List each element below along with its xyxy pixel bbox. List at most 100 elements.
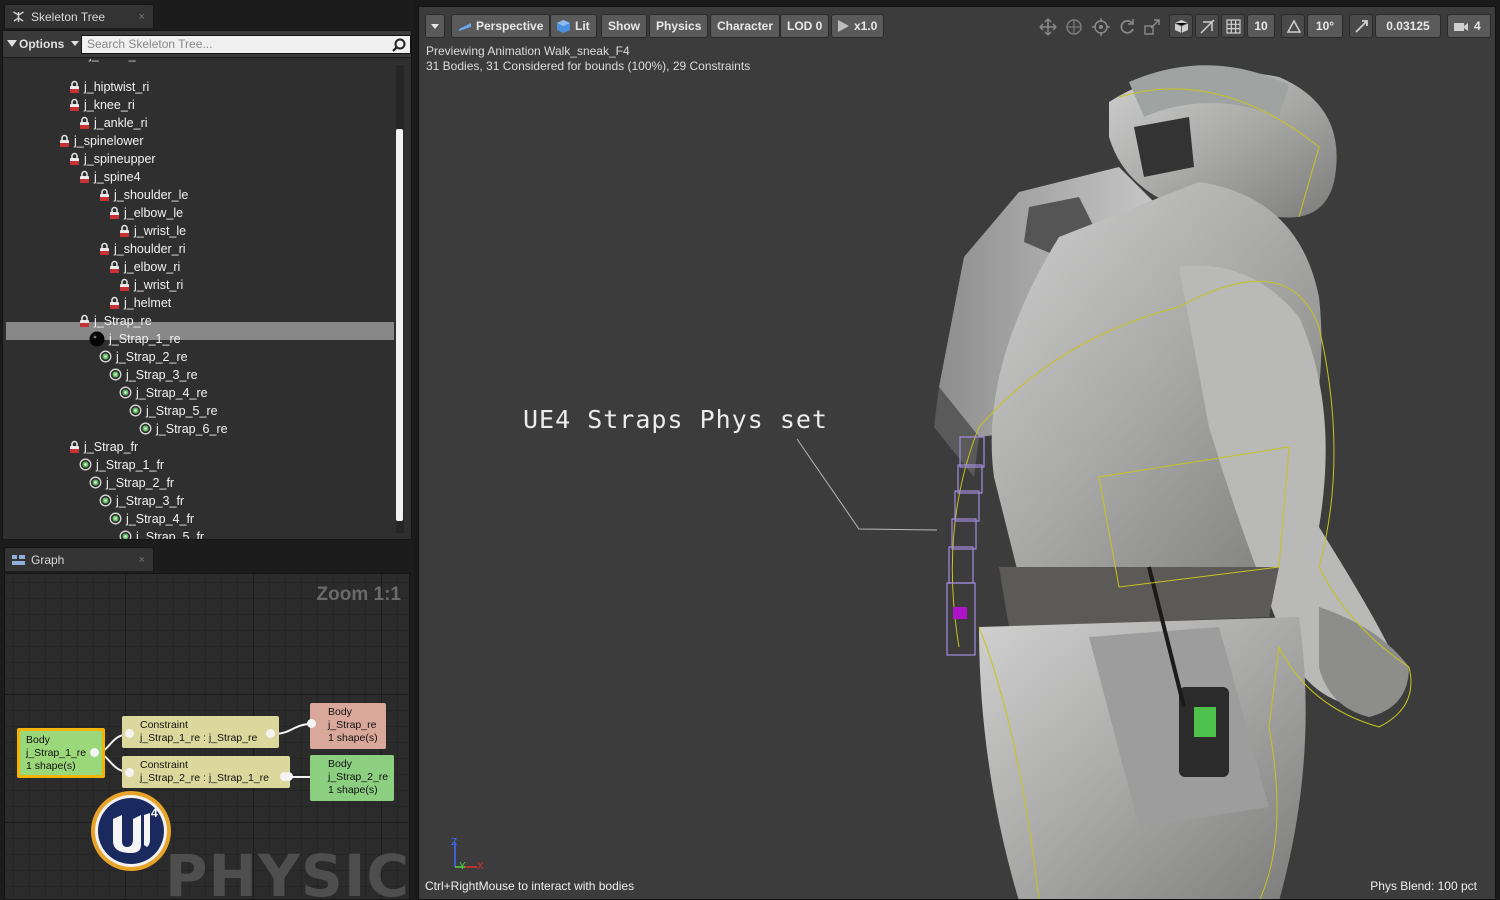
tree-row[interactable]: j_elbow_le: [109, 204, 183, 222]
ue-logo-4: 4: [151, 806, 158, 820]
tree-row[interactable]: j_Strap_1_fr: [79, 456, 164, 474]
options-dropdown[interactable]: Options: [7, 36, 79, 52]
bone-icon: [80, 314, 89, 327]
scale-icon[interactable]: [1143, 18, 1161, 36]
tree-row[interactable]: j_Strap_fr: [69, 438, 138, 456]
physics-button[interactable]: Physics: [649, 14, 709, 38]
skeleton-search-input[interactable]: Search Skeleton Tree...: [81, 35, 411, 54]
phys-blend-status: Phys Blend: 100 pct: [1370, 879, 1477, 893]
node-kind: Body: [328, 706, 352, 718]
tree-row[interactable]: j_Strap_6_re: [139, 420, 228, 438]
svg-text:Z: Z: [451, 837, 457, 848]
tree-row[interactable]: j_Strap_2_re: [99, 348, 188, 366]
show-button[interactable]: Show: [601, 14, 647, 38]
rotate-icon[interactable]: [1118, 18, 1136, 36]
bone-icon: [110, 260, 119, 273]
chevron-down-icon: [431, 24, 439, 29]
skeleton-tree-close-icon[interactable]: ×: [139, 5, 145, 29]
tree-row[interactable]: j_shoulder_ri: [99, 240, 186, 258]
graph-node-body-child[interactable]: Body j_Strap_2_re 1 shape(s): [310, 755, 394, 801]
character-button[interactable]: Character: [710, 14, 781, 38]
body-icon: [109, 512, 122, 525]
node-kind: Constraint: [140, 759, 188, 771]
surface-snap-button[interactable]: [1169, 14, 1193, 38]
body-icon: [99, 494, 112, 507]
tree-row[interactable]: j_spinelower: [59, 132, 143, 150]
tree-row[interactable]: j_elbow_ri: [109, 258, 180, 276]
bone-icon: [110, 206, 119, 219]
node-shapes: 1 shape(s): [328, 784, 378, 796]
tree-row[interactable]: j_Strap_3_fr: [99, 492, 184, 510]
tree-row[interactable]: j_Strap_5_re: [129, 402, 218, 420]
node-input-pin[interactable]: [125, 768, 134, 777]
tree-row[interactable]: j_wrist_ri: [119, 276, 183, 294]
tree-row[interactable]: j_Strap_1_re: [89, 330, 181, 348]
tree-row[interactable]: j_Strap_4_fr: [109, 510, 194, 528]
body-icon: [99, 350, 112, 363]
translate-icon[interactable]: [1039, 18, 1057, 36]
tree-row[interactable]: j_Strap_4_re: [119, 384, 208, 402]
body-icon: [89, 476, 102, 489]
tree-row-partial[interactable]: j_ankle_le: [89, 59, 145, 64]
graph-node-constraint-1[interactable]: Constraint j_Strap_1_re : j_Strap_re: [122, 716, 279, 748]
graph-tab[interactable]: Graph ×: [4, 547, 154, 571]
camera-speed-button[interactable]: 4: [1447, 14, 1491, 38]
node-output-pin[interactable]: [90, 748, 99, 757]
node-input-pin[interactable]: [125, 729, 134, 738]
body-icon: [119, 530, 132, 539]
node-output-pin[interactable]: [266, 729, 275, 738]
node-bone: j_Strap_2_re: [328, 771, 389, 783]
playback-speed-button[interactable]: x1.0: [831, 14, 885, 38]
search-placeholder: Search Skeleton Tree...: [87, 37, 213, 51]
tree-row[interactable]: j_Strap_2_fr: [89, 474, 174, 492]
tree-row[interactable]: j_Strap_5_fr: [119, 528, 204, 539]
viewport[interactable]: Z Y X Perspective Lit Show Physics Chara…: [418, 6, 1496, 900]
lit-cube-icon: [557, 20, 570, 33]
grid-snap-toggle[interactable]: [1195, 14, 1219, 38]
graph-node-body-parent[interactable]: Body j_Strap_re 1 shape(s): [310, 703, 386, 749]
graph-node-constraint-2[interactable]: Constraint j_Strap_2_re : j_Strap_1_re: [122, 756, 290, 788]
viewport-options-button[interactable]: [425, 14, 445, 38]
bone-icon: [70, 98, 79, 111]
tree-row[interactable]: j_ankle_ri: [79, 114, 148, 132]
tree-row[interactable]: j_spineupper: [69, 150, 156, 168]
tree-row-label: j_spinelower: [74, 134, 144, 148]
perspective-icon: [459, 23, 471, 31]
graph-canvas[interactable]: Zoom 1:1 Body j_Strap_1_re 1 shape(s) Co…: [4, 573, 410, 900]
tree-row[interactable]: j_knee_ri: [69, 96, 135, 114]
node-input-pin[interactable]: [284, 772, 293, 781]
annotation-text: UE4 Straps Phys set: [523, 405, 828, 434]
rotation-snap-value[interactable]: 10°: [1307, 14, 1343, 38]
graph-icon: [12, 555, 25, 565]
tree-row[interactable]: j_hiptwist_ri: [69, 78, 149, 96]
lod-button[interactable]: LOD 0: [780, 14, 830, 38]
tree-row-label: j_wrist_ri: [134, 278, 184, 292]
tree-row[interactable]: j_wrist_le: [119, 222, 186, 240]
perspective-button[interactable]: Perspective: [451, 14, 551, 38]
body-icon: [129, 404, 142, 417]
world-icon[interactable]: [1065, 18, 1083, 36]
skeleton-tree-tab[interactable]: Skeleton Tree ×: [4, 4, 154, 28]
tree-row[interactable]: j_shoulder_le: [99, 186, 188, 204]
target-icon[interactable]: [1092, 18, 1110, 36]
tree-row[interactable]: j_spine4: [79, 168, 141, 186]
interaction-hint: Ctrl+RightMouse to interact with bodies: [425, 879, 635, 893]
graph-close-icon[interactable]: ×: [139, 548, 145, 572]
grid-snap-value[interactable]: 10: [1247, 14, 1275, 38]
scale-snap-value[interactable]: 0.03125: [1375, 14, 1441, 38]
node-input-pin[interactable]: [307, 719, 316, 728]
grid-toggle[interactable]: [1221, 14, 1245, 38]
search-icon[interactable]: [392, 38, 406, 52]
rotation-snap-toggle[interactable]: [1281, 14, 1305, 38]
grid-snap-label: 10: [1254, 19, 1268, 33]
grid-snap-icon: [1200, 19, 1215, 34]
tree-row[interactable]: j_helmet: [109, 294, 171, 312]
bone-icon: [70, 440, 79, 453]
tree-scrollbar-thumb[interactable]: [396, 129, 403, 521]
tree-row[interactable]: j_Strap_re: [79, 312, 152, 330]
tree-row[interactable]: j_Strap_3_re: [109, 366, 198, 384]
bone-icon: [80, 116, 89, 129]
lit-button[interactable]: Lit: [550, 14, 597, 38]
scale-snap-toggle[interactable]: [1349, 14, 1373, 38]
svg-text:X: X: [477, 861, 484, 872]
